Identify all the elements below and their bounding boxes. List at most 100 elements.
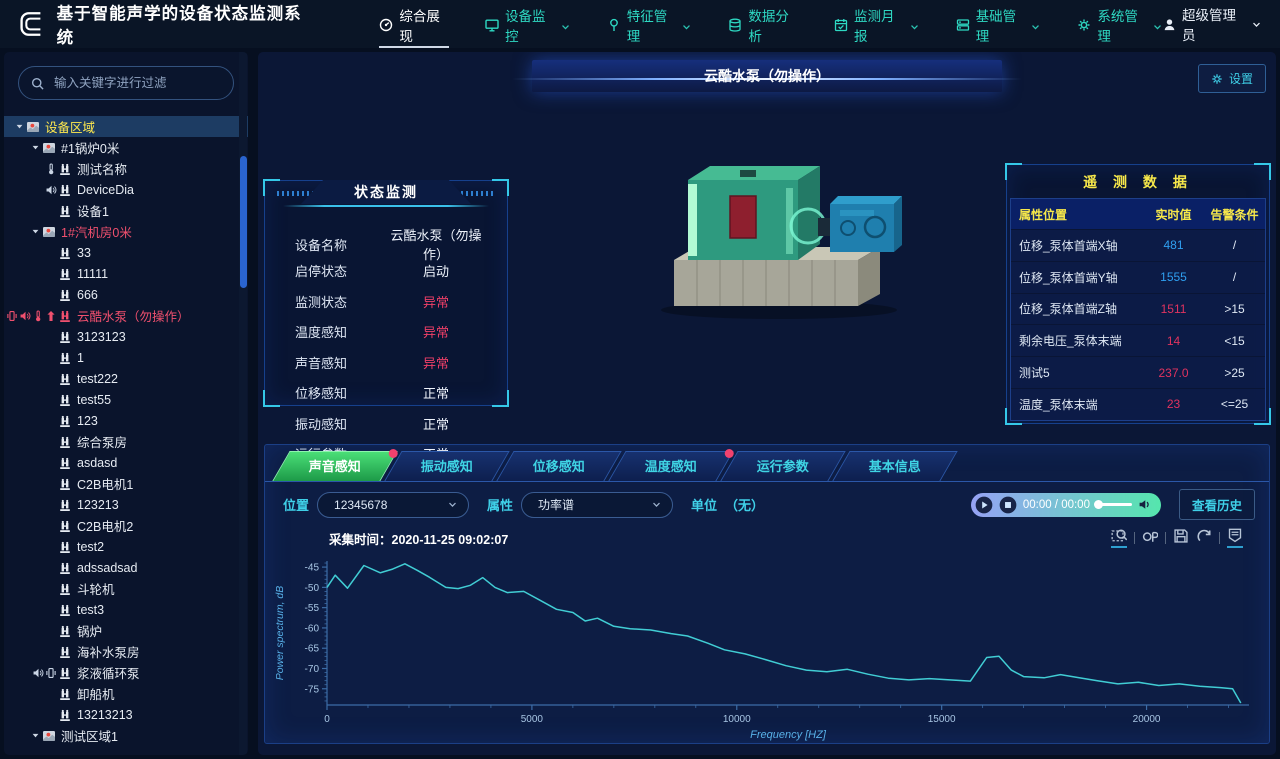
device-icon: [58, 456, 72, 470]
svg-text:0: 0: [324, 714, 330, 725]
tree-item[interactable]: C2B电机1: [4, 473, 248, 494]
tree-item-label: 斗轮机: [77, 579, 115, 598]
data-zoom-icon[interactable]: [1111, 527, 1127, 548]
tab-声音感知[interactable]: 声音感知: [272, 451, 397, 481]
sidebar-scrollbar-thumb[interactable]: [240, 156, 247, 288]
tab-基本信息[interactable]: 基本信息: [832, 451, 957, 481]
chevron-down-icon: [909, 20, 920, 31]
tree-item[interactable]: 123: [4, 410, 248, 431]
tree-item[interactable]: 测试名称: [4, 158, 248, 179]
tree-item[interactable]: test2: [4, 536, 248, 557]
status-value: 启动: [383, 261, 489, 280]
svg-text:10000: 10000: [723, 714, 751, 725]
nav-item-cogs[interactable]: 系统管理: [1077, 0, 1163, 48]
tree-item[interactable]: #1锅炉0米: [4, 137, 248, 158]
player-time: 00:00 / 00:00: [1023, 499, 1090, 511]
tree-item[interactable]: 锅炉: [4, 620, 248, 641]
save-image-icon[interactable]: [1173, 528, 1189, 547]
user-menu[interactable]: 超级管理员: [1163, 4, 1262, 44]
capture-time-label: 采集时间：: [329, 533, 392, 547]
tree-item-label: 3123123: [77, 330, 126, 344]
tree-item[interactable]: 3123123: [4, 326, 248, 347]
tree-item[interactable]: test222: [4, 368, 248, 389]
tab-振动感知[interactable]: 振动感知: [384, 451, 509, 481]
tree-item[interactable]: asdasd: [4, 452, 248, 473]
tab-温度感知[interactable]: 温度感知: [608, 451, 733, 481]
tree-item[interactable]: 云酷水泵（勿操作）: [4, 305, 248, 326]
telemetry-row: 测试5237.0>25: [1011, 356, 1265, 388]
tree-item[interactable]: test3: [4, 599, 248, 620]
volume-knob[interactable]: [1094, 500, 1103, 509]
tab-运行参数[interactable]: 运行参数: [720, 451, 845, 481]
nav-item-database[interactable]: 数据分析: [728, 0, 798, 48]
refresh-icon[interactable]: [1196, 528, 1212, 547]
panel-corner: [1254, 408, 1271, 425]
chart-controls: 位置 12345678 属性 功率谱 单位 （无） 00:00 / 00:00: [265, 482, 1269, 525]
thermo-icon: [45, 163, 57, 175]
tree-item[interactable]: adssadsad: [4, 557, 248, 578]
device-icon: [58, 309, 72, 323]
nav-menu: 综合展现 设备监控 特征管理 数据分析监测月报基础管理系统管理: [379, 0, 1163, 48]
tree-item[interactable]: DeviceDia: [4, 179, 248, 200]
caret-down-icon[interactable]: [12, 122, 26, 131]
caret-down-icon[interactable]: [28, 227, 42, 236]
tree-item[interactable]: 1: [4, 347, 248, 368]
device-icon: [58, 372, 72, 386]
telemetry-value: 14: [1143, 334, 1204, 348]
tab-label: 位移感知: [506, 452, 612, 481]
tree-item[interactable]: 11111: [4, 263, 248, 284]
device-tree: 设备区域#1锅炉0米测试名称DeviceDia设备11#汽机房0米3311111…: [4, 108, 248, 746]
tree-search-box[interactable]: [18, 66, 234, 100]
nav-item-monitor[interactable]: 设备监控: [485, 0, 571, 48]
play-button[interactable]: [975, 496, 993, 514]
tree-item[interactable]: 设备1: [4, 200, 248, 221]
tree-item-label: DeviceDia: [77, 183, 134, 197]
chevron-down-icon: [447, 499, 458, 510]
tree-item[interactable]: 33: [4, 242, 248, 263]
tree-item[interactable]: 1#汽机房0米: [4, 221, 248, 242]
nav-item-label: 特征管理: [627, 5, 676, 45]
view-history-button[interactable]: 查看历史: [1179, 489, 1255, 520]
settings-button[interactable]: 设置: [1198, 64, 1266, 93]
zoom-reset-icon[interactable]: [1142, 528, 1158, 547]
nav-item-label: 设备监控: [505, 5, 554, 45]
caret-down-icon[interactable]: [28, 143, 42, 152]
tree-search-input[interactable]: [52, 75, 221, 91]
tree-item-label: test55: [77, 393, 111, 407]
tree-item[interactable]: 海补水泵房: [4, 641, 248, 662]
telemetry-body: 位移_泵体首端X轴481/位移_泵体首端Y轴1555/位移_泵体首端Z轴1511…: [1011, 229, 1265, 420]
telemetry-attr: 测试5: [1011, 364, 1143, 381]
status-value: 异常: [383, 353, 489, 372]
attribute-select[interactable]: 功率谱: [521, 492, 673, 518]
data-view-icon[interactable]: [1227, 527, 1243, 548]
svg-text:-60: -60: [305, 623, 320, 634]
position-select[interactable]: 12345678: [317, 492, 469, 518]
displacement-icon: [45, 310, 57, 322]
tree-item[interactable]: 设备区域: [4, 116, 248, 137]
caret-down-icon[interactable]: [28, 731, 42, 740]
stop-button[interactable]: [999, 496, 1017, 514]
status-monitor-panel: 状态监测 设备名称云酷水泵（勿操作）启停状态启动监测状态异常温度感知异常声音感知…: [264, 180, 508, 406]
volume-slider[interactable]: [1096, 503, 1132, 506]
tree-item[interactable]: C2B电机2: [4, 515, 248, 536]
tab-位移感知[interactable]: 位移感知: [496, 451, 621, 481]
tree-item-label: 综合泵房: [77, 432, 127, 451]
audio-player: 00:00 / 00:00: [971, 493, 1161, 517]
tree-item[interactable]: 综合泵房: [4, 431, 248, 452]
tree-item-label: test3: [77, 603, 104, 617]
tree-item[interactable]: 123213: [4, 494, 248, 515]
nav-item-server[interactable]: 基础管理: [956, 0, 1042, 48]
device-3d-model[interactable]: [644, 144, 904, 329]
tree-item[interactable]: 卸船机: [4, 683, 248, 704]
tree-item[interactable]: 666: [4, 284, 248, 305]
telemetry-row: 位移_泵体首端Z轴1511>15: [1011, 293, 1265, 325]
tree-item[interactable]: test55: [4, 389, 248, 410]
telemetry-panel: 遥 测 数 据 属性位置实时值告警条件 位移_泵体首端X轴481/位移_泵体首端…: [1006, 164, 1270, 424]
tree-item[interactable]: 浆液循环泵: [4, 662, 248, 683]
nav-item-feature[interactable]: 特征管理: [607, 0, 693, 48]
tree-item[interactable]: 斗轮机: [4, 578, 248, 599]
nav-item-calendar[interactable]: 监测月报: [834, 0, 920, 48]
tree-item[interactable]: 13213213: [4, 704, 248, 725]
nav-item-dashboard[interactable]: 综合展现: [379, 0, 449, 48]
tree-item[interactable]: 测试区域1: [4, 725, 248, 746]
